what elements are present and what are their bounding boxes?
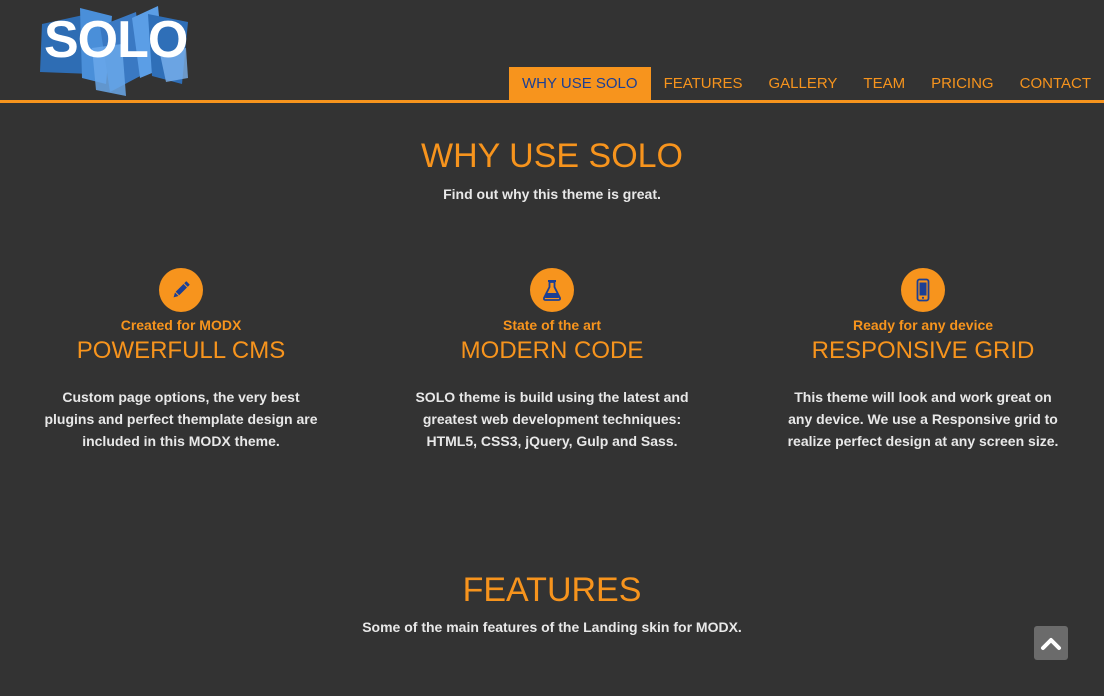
column-title: POWERFULL CMS — [76, 337, 286, 364]
why-section-subtitle: Find out why this theme is great. — [443, 186, 661, 202]
feature-column-cms: Created for MODX POWERFULL CMS Custom pa… — [41, 268, 321, 452]
scroll-to-top-button[interactable] — [1034, 626, 1068, 660]
features-section-title: FEATURES — [462, 571, 642, 609]
column-text: Custom page options, the very best plugi… — [44, 389, 318, 449]
pencil-icon — [159, 268, 203, 312]
column-text: This theme will look and work great on a… — [787, 389, 1059, 449]
column-text: SOLO theme is build using the latest and… — [415, 389, 689, 449]
solo-logo[interactable]: SOLO — [40, 4, 190, 96]
why-section-title: WHY USE SOLO — [421, 137, 683, 175]
column-title: MODERN CODE — [460, 337, 644, 364]
nav-contact[interactable]: CONTACT — [1007, 67, 1104, 100]
column-tag: State of the art — [502, 317, 601, 333]
nav-divider — [0, 100, 1104, 103]
mobile-phone-icon — [901, 268, 945, 312]
column-tag: Created for MODX — [120, 317, 242, 333]
chevron-up-icon — [1041, 638, 1061, 650]
features-section-subtitle: Some of the main features of the Landing… — [362, 619, 742, 635]
main-nav: WHY USE SOLO FEATURES GALLERY TEAM PRICI… — [508, 67, 1104, 100]
logo-text: SOLO — [44, 11, 188, 69]
nav-team[interactable]: TEAM — [850, 67, 918, 100]
feature-column-grid: Ready for any device RESPONSIVE GRID Thi… — [783, 268, 1063, 452]
nav-pricing[interactable]: PRICING — [918, 67, 1007, 100]
nav-gallery[interactable]: GALLERY — [755, 67, 850, 100]
nav-why-use-solo[interactable]: WHY USE SOLO — [508, 67, 651, 100]
feature-column-code: State of the art MODERN CODE SOLO theme … — [412, 268, 692, 452]
flask-icon — [530, 268, 574, 312]
column-tag: Ready for any device — [852, 317, 994, 333]
column-title: RESPONSIVE GRID — [811, 337, 1035, 364]
nav-features[interactable]: FEATURES — [651, 67, 756, 100]
page: SOLO WHY USE SOLO FEATURES GALLERY TEAM … — [0, 0, 1104, 696]
